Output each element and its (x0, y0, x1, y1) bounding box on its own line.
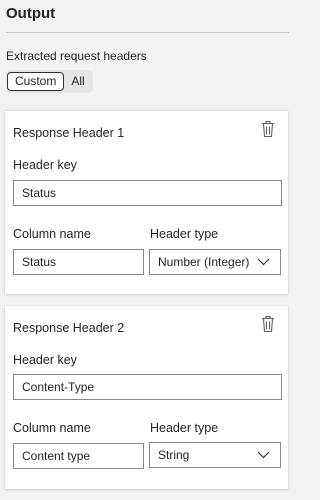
header-key-label: Header key (13, 353, 77, 367)
toggle-all[interactable]: All (64, 72, 91, 91)
output-title: Output (6, 5, 56, 22)
column-name-input[interactable]: Status (13, 249, 144, 275)
header-type-select[interactable]: String (149, 442, 281, 468)
header-type-select[interactable]: Number (Integer) (149, 249, 281, 275)
column-name-input[interactable]: Content type (13, 443, 144, 469)
header-type-value: Number (Integer) (158, 255, 250, 269)
chevron-down-icon (257, 451, 270, 459)
trash-icon[interactable] (261, 120, 275, 138)
header-type-label: Header type (150, 227, 219, 241)
response-header-card-2: Response Header 2 Header key Content-Typ… (5, 306, 288, 489)
header-key-input[interactable]: Status (13, 180, 282, 206)
column-name-label: Column name (13, 421, 91, 435)
card-title: Response Header 2 (13, 321, 125, 335)
header-type-value: String (158, 448, 190, 462)
trash-icon[interactable] (261, 315, 275, 333)
header-filter-toggle: Custom All (6, 70, 93, 93)
extracted-headers-label: Extracted request headers (6, 49, 147, 63)
response-header-card-1: Response Header 1 Header key Status Colu… (5, 111, 288, 294)
card-title: Response Header 1 (13, 126, 125, 140)
title-divider (6, 32, 289, 33)
header-key-input[interactable]: Content-Type (13, 374, 282, 400)
header-type-label: Header type (150, 421, 219, 435)
column-name-label: Column name (13, 227, 91, 241)
toggle-custom[interactable]: Custom (7, 72, 65, 91)
header-key-label: Header key (13, 158, 77, 172)
chevron-down-icon (257, 258, 270, 266)
